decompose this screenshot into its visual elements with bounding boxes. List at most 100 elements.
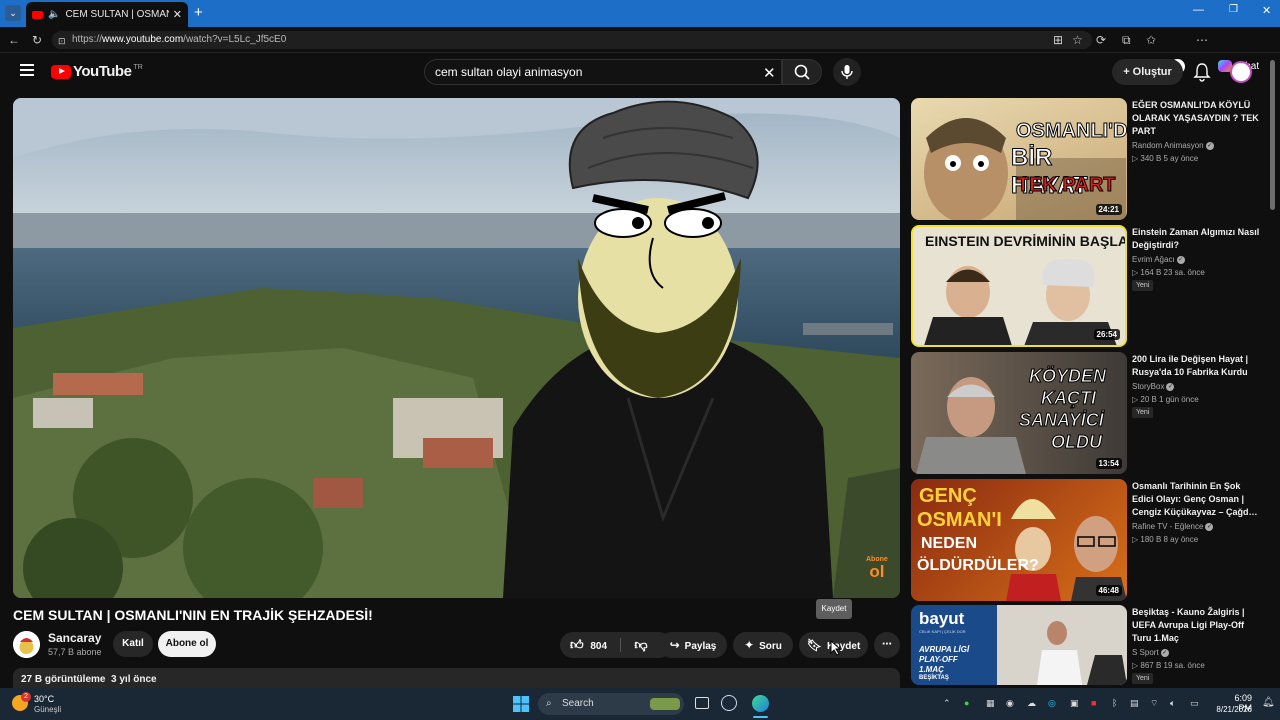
share-label: Paylaş: [684, 641, 717, 652]
edge-browser-icon[interactable]: [752, 695, 769, 712]
recommendation-channel[interactable]: StoryBox ✓: [1132, 382, 1175, 391]
new-tab-button[interactable]: +: [194, 4, 203, 21]
video-thumbnail[interactable]: EINSTEIN DEVRİMİNİN BAŞLANGICI 26:54: [911, 225, 1127, 347]
new-badge: Yeni: [1132, 407, 1154, 418]
channel-name[interactable]: Sancaray: [48, 631, 101, 645]
recommendation-channel[interactable]: Rafine TV - Eğlence ✓: [1132, 522, 1214, 531]
window-close-button[interactable]: ✕: [1262, 4, 1271, 17]
video-thumbnail[interactable]: bayut CELIK KAPI | ÇELİK DOR AVRUPA LİGİ…: [911, 605, 1127, 685]
active-app-indicator: [753, 716, 768, 718]
create-label: Oluştur: [1132, 66, 1172, 78]
views-and-date: 27 B görüntüleme 3 yıl önce: [21, 674, 157, 685]
steam-tray-icon[interactable]: ◉: [1006, 698, 1014, 709]
search-input[interactable]: cem sultan olayi animasyon: [424, 59, 782, 85]
split-screen-icon[interactable]: ⧉: [1122, 32, 1131, 48]
channel-label: Random Animasyon: [1132, 141, 1204, 150]
clock-date[interactable]: 8/21/2026: [1212, 705, 1252, 714]
notifications-bell-icon[interactable]: [1193, 62, 1211, 82]
notifications-icon[interactable]: 🔔︎: [1262, 697, 1275, 708]
subscribe-button[interactable]: Abone ol: [158, 631, 216, 657]
maximize-button[interactable]: ❐: [1229, 4, 1238, 15]
xbox-icon[interactable]: ●: [964, 698, 969, 708]
video-thumbnail[interactable]: KÖYDEN KAÇTI SANAYİCİ OLDU 13:54: [911, 352, 1127, 474]
recommendation-item[interactable]: KÖYDEN KAÇTI SANAYİCİ OLDU 13:54 200 Lir…: [911, 352, 1261, 474]
recommendation-title[interactable]: EĞER OSMANLI'DA KÖYLÜ OLARAK YAŞASAYDIN …: [1132, 99, 1262, 138]
extensions-icon[interactable]: ⟳: [1096, 32, 1106, 48]
thumb-line: PLAY-OFF: [919, 655, 958, 664]
refresh-icon[interactable]: ↻: [32, 32, 42, 48]
windows-start-icon[interactable]: [513, 696, 529, 712]
recommendation-item[interactable]: bayut CELIK KAPI | ÇELİK DOR AVRUPA LİGİ…: [911, 605, 1261, 685]
favorites-icon[interactable]: ✩: [1146, 32, 1156, 48]
url-field[interactable]: https://www.youtube.com/watch?v=L5Lc_Jf5…: [52, 31, 1092, 49]
weather-condition[interactable]: Güneşli: [34, 705, 61, 714]
taskbar-search-field[interactable]: ⌕ Search: [538, 693, 684, 715]
recommendation-channel[interactable]: Random Animasyon ✓: [1132, 141, 1214, 150]
recommendation-item[interactable]: OSMANLI'DA BİR HAYAT TEK PART 24:21 EĞER…: [911, 98, 1261, 220]
create-button[interactable]: + Oluştur: [1112, 59, 1183, 85]
recommendation-title[interactable]: Beşiktaş - Kauno Žalgiris | UEFA Avrupa …: [1132, 606, 1262, 645]
more-menu-icon[interactable]: ⋯: [1196, 32, 1208, 48]
recommendation-title[interactable]: Osmanlı Tarihinin En Şok Edici Olayı: Ge…: [1132, 480, 1262, 519]
recommendation-item[interactable]: EINSTEIN DEVRİMİNİN BAŞLANGICI 26:54 Ein…: [911, 225, 1261, 347]
recommendation-channel[interactable]: S Sport ✓: [1132, 648, 1169, 657]
recommendation-channel[interactable]: Evrim Ağacı ✓: [1132, 255, 1185, 264]
app-available-icon[interactable]: ⊞: [1053, 32, 1063, 48]
youtube-logo[interactable]: YouTube TR: [51, 63, 143, 80]
sparkle-icon: ✦: [744, 638, 755, 652]
more-actions-button[interactable]: ⋯: [874, 632, 900, 658]
voice-search-button[interactable]: [833, 58, 861, 86]
tray-app-icon[interactable]: ▤: [1130, 698, 1139, 709]
verified-icon: ✓: [1160, 648, 1169, 657]
url-host: www.youtube.com: [102, 34, 184, 45]
flag-icon[interactable]: ■: [1091, 698, 1096, 708]
back-arrow-icon[interactable]: ←: [8, 32, 20, 48]
tray-app-icon[interactable]: ◎: [1048, 698, 1056, 709]
scrollbar-thumb[interactable]: [1270, 60, 1275, 210]
join-button[interactable]: Katıl: [113, 631, 153, 657]
weather-temperature[interactable]: 30°C: [34, 694, 54, 704]
dislike-button[interactable]: 👎︎: [622, 632, 660, 658]
browser-tab-active[interactable]: 🔈 CEM SULTAN | OSMANLI'NIN ✕: [26, 2, 188, 27]
share-button[interactable]: ↪ Paylaş: [659, 632, 727, 658]
ask-button[interactable]: ✦ Soru: [733, 632, 793, 658]
task-view-icon[interactable]: [695, 697, 709, 709]
volume-icon[interactable]: 🔈︎: [1170, 698, 1175, 709]
tray-app-icon[interactable]: ▦: [986, 698, 995, 709]
video-thumbnail[interactable]: GENÇ OSMAN'I NEDEN ÖLDÜRDÜLER? 46:48: [911, 479, 1127, 601]
chevron-up-icon[interactable]: ⌃: [943, 698, 951, 709]
subscribe-watermark[interactable]: Abone ol: [866, 556, 888, 580]
tray-app-icon[interactable]: ☁: [1027, 698, 1036, 709]
video-thumbnail[interactable]: OSMANLI'DA BİR HAYAT TEK PART 24:21: [911, 98, 1127, 220]
account-avatar[interactable]: [1230, 61, 1252, 83]
network-icon[interactable]: ⌔: [1150, 698, 1158, 709]
thumb-line: BEŞİKTAŞ: [919, 675, 949, 681]
like-button[interactable]: 👍︎ 804: [560, 632, 618, 658]
recommendation-title[interactable]: 200 Lira ile Değişen Hayat | Rusya'da 10…: [1132, 353, 1262, 379]
verified-icon: ✓: [1205, 141, 1214, 150]
video-player[interactable]: [13, 98, 900, 598]
channel-avatar[interactable]: [13, 631, 40, 658]
thumb-line: OSMAN'I: [917, 509, 1002, 531]
verified-icon: ✓: [1205, 522, 1214, 531]
speaker-icon[interactable]: 🔈: [48, 9, 60, 20]
favorite-star-icon[interactable]: ☆: [1072, 32, 1083, 48]
menu-icon[interactable]: [20, 64, 34, 76]
like-count: 804: [590, 641, 608, 652]
recommendation-item[interactable]: GENÇ OSMAN'I NEDEN ÖLDÜRDÜLER? 46:48 Osm…: [911, 479, 1261, 601]
thumb-line: KÖYDEN: [1028, 366, 1107, 387]
new-badge: Yeni: [1132, 673, 1154, 684]
clear-search-icon[interactable]: ✕: [763, 64, 776, 82]
tray-app-icon[interactable]: ▣: [1070, 698, 1079, 709]
bluetooth-icon[interactable]: ᛒ: [1112, 698, 1117, 708]
tab-actions-button[interactable]: ⌄: [5, 5, 21, 21]
tab-close-icon[interactable]: ✕: [173, 8, 182, 21]
video-frame[interactable]: [13, 98, 900, 598]
battery-icon[interactable]: ▭: [1190, 698, 1199, 709]
lock-icon[interactable]: ⊡: [58, 33, 66, 49]
like-dislike-group: 👍︎ 804 👎︎: [560, 632, 672, 658]
search-button[interactable]: [782, 59, 822, 85]
steam-icon[interactable]: [721, 695, 737, 711]
recommendation-title[interactable]: Einstein Zaman Algımızı Nasıl Değiştirdi…: [1132, 226, 1262, 252]
minimize-button[interactable]: —: [1193, 4, 1204, 16]
